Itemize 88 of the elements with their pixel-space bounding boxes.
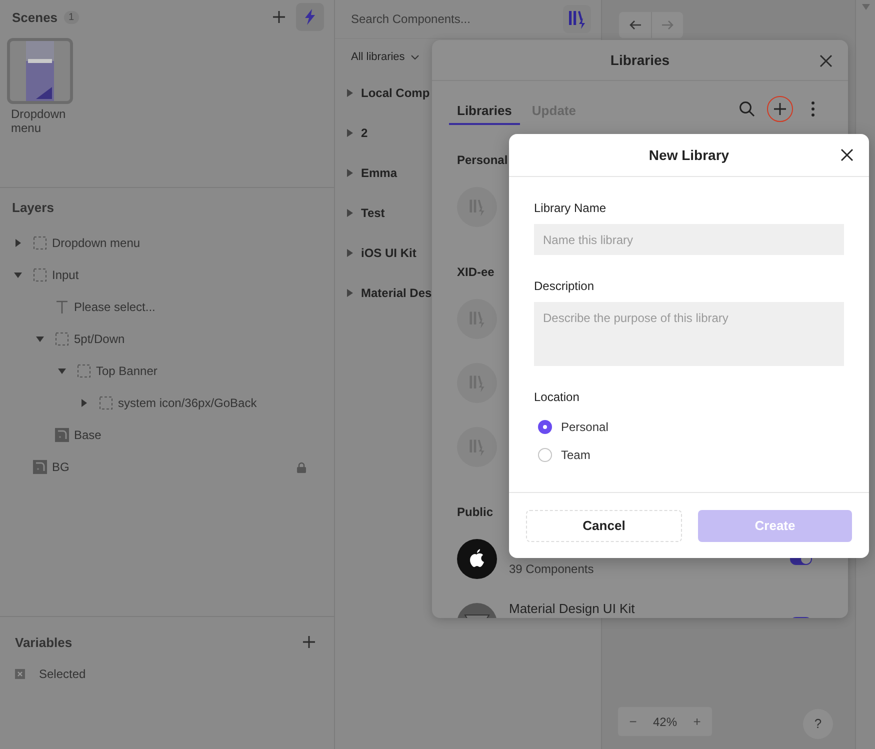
plus-icon bbox=[773, 102, 787, 116]
dialog-title: New Library bbox=[648, 147, 730, 163]
scene-thumbnail[interactable] bbox=[7, 38, 73, 104]
section-title: Variables bbox=[15, 634, 72, 650]
count-badge: 1 bbox=[64, 10, 80, 24]
layer-name[interactable]: Input bbox=[52, 268, 79, 282]
tab[interactable]: Libraries bbox=[449, 94, 520, 124]
library-group[interactable]: Material Des bbox=[361, 286, 432, 300]
library-group[interactable]: 2 bbox=[361, 126, 368, 140]
lightning-icon bbox=[303, 9, 317, 25]
component-count: 39 Components bbox=[509, 562, 595, 576]
library-group[interactable]: Emma bbox=[361, 166, 398, 180]
caret-icon[interactable] bbox=[14, 271, 22, 279]
caret-icon[interactable] bbox=[58, 367, 66, 375]
library-icon bbox=[467, 437, 487, 457]
section-title: Personal bbox=[457, 153, 508, 167]
caret-icon[interactable] bbox=[347, 89, 353, 97]
lightning-button[interactable] bbox=[296, 3, 324, 31]
caret-icon[interactable] bbox=[80, 399, 88, 407]
frame-icon bbox=[33, 268, 47, 282]
dialog-title: Libraries bbox=[610, 52, 670, 68]
library-icon bbox=[467, 309, 487, 329]
layer-name[interactable]: Dropdown menu bbox=[52, 236, 140, 250]
library-group[interactable]: iOS UI Kit bbox=[361, 246, 416, 260]
field-label: Description bbox=[534, 279, 596, 293]
zoom-level: 42% bbox=[652, 714, 678, 728]
name-field[interactable]: Name this library bbox=[534, 224, 844, 255]
frame-icon bbox=[77, 364, 91, 378]
section-title: Scenes bbox=[12, 10, 58, 24]
caret-icon[interactable] bbox=[36, 335, 44, 343]
library-name: Material Design UI Kit bbox=[509, 600, 636, 616]
cancel-button[interactable]: Cancel bbox=[526, 510, 682, 542]
image-icon bbox=[33, 460, 47, 474]
layer-name[interactable]: Top Banner bbox=[96, 364, 158, 378]
radio-label[interactable]: Team bbox=[561, 448, 590, 462]
scroll-down-icon bbox=[862, 4, 870, 10]
apple-icon bbox=[457, 539, 497, 579]
caret-icon[interactable] bbox=[347, 129, 353, 137]
layer-name[interactable]: Base bbox=[74, 428, 102, 442]
libraries-button[interactable] bbox=[563, 5, 591, 33]
layer-name[interactable]: system icon/36px/GoBack bbox=[118, 396, 257, 410]
radio-button[interactable] bbox=[538, 420, 552, 434]
library-icon bbox=[566, 8, 588, 30]
field-label: Library Name bbox=[534, 201, 608, 215]
radio-button[interactable] bbox=[538, 448, 552, 462]
frame-icon bbox=[99, 396, 113, 410]
library-group[interactable]: Test bbox=[361, 206, 385, 220]
scene-name: Dropdown menu bbox=[11, 107, 67, 135]
library-icon bbox=[467, 197, 487, 217]
caret-icon[interactable] bbox=[347, 169, 353, 177]
frame-icon bbox=[33, 236, 47, 250]
caret-icon[interactable] bbox=[347, 249, 353, 257]
description-field[interactable]: Describe the purpose of this library bbox=[534, 302, 844, 366]
close-icon bbox=[819, 54, 833, 68]
layer-name[interactable]: BG bbox=[52, 460, 70, 474]
library-icon bbox=[467, 373, 487, 393]
section-title: Layers bbox=[12, 200, 54, 215]
screen-preview-drawing bbox=[26, 41, 54, 101]
close-icon bbox=[840, 148, 854, 162]
field-label: Location bbox=[534, 390, 580, 404]
frame-icon bbox=[55, 332, 69, 346]
chevron-down-icon bbox=[410, 54, 419, 60]
layer-name[interactable]: Please select... bbox=[74, 300, 156, 314]
library-filter-dropdown[interactable]: All libraries bbox=[351, 51, 419, 63]
radio-label[interactable]: Personal bbox=[561, 420, 608, 434]
caret-icon[interactable] bbox=[347, 209, 353, 217]
search-icon bbox=[739, 101, 755, 117]
text-icon bbox=[55, 300, 69, 314]
section-title: Public bbox=[457, 505, 494, 519]
search-field[interactable]: Search Components... bbox=[345, 12, 563, 26]
variable-name[interactable]: Selected bbox=[39, 667, 86, 681]
close-button[interactable] bbox=[840, 148, 854, 162]
plus-icon bbox=[302, 635, 316, 649]
caret-icon[interactable] bbox=[14, 239, 22, 247]
arrow-right-icon bbox=[661, 20, 674, 30]
zoom-in-button[interactable]: + bbox=[690, 714, 704, 729]
add-library-button[interactable] bbox=[767, 96, 793, 122]
plus-icon bbox=[272, 10, 286, 24]
variable-icon bbox=[15, 669, 25, 679]
section-title: XID-ee bbox=[457, 265, 494, 279]
arrow-left-icon bbox=[628, 20, 642, 30]
help-button[interactable]: ? bbox=[803, 708, 833, 738]
library-group[interactable]: Local Comp bbox=[361, 86, 430, 100]
image-icon bbox=[55, 428, 69, 442]
zoom-out-button[interactable]: − bbox=[626, 714, 640, 729]
caret-icon[interactable] bbox=[347, 289, 353, 297]
layer-name[interactable]: 5pt/Down bbox=[74, 332, 125, 346]
more-icon bbox=[811, 101, 815, 117]
